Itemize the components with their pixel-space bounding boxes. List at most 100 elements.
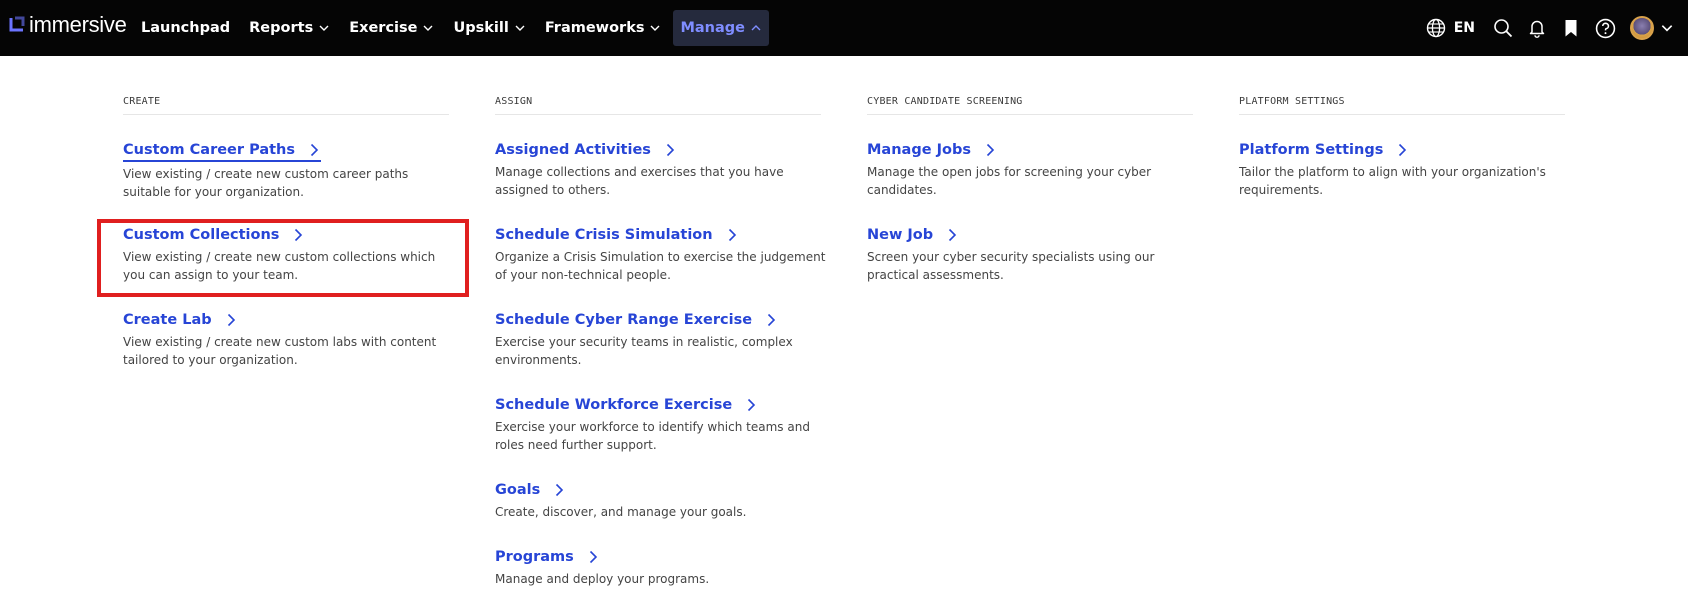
column-heading: ASSIGN — [495, 96, 821, 115]
help-button[interactable] — [1595, 18, 1616, 39]
chevron-down-icon — [319, 25, 329, 31]
help-icon — [1595, 18, 1616, 38]
column-heading: CYBER CANDIDATE SCREENING — [867, 96, 1193, 115]
chevron-right-icon — [949, 228, 957, 242]
avatar — [1630, 16, 1654, 40]
bell-icon — [1529, 20, 1545, 38]
entry-description: Manage the open jobs for screening your … — [867, 165, 1152, 197]
entry-description: View existing / create new custom collec… — [123, 250, 436, 282]
menu-column-assign: ASSIGN Assigned Activities Manage collec… — [495, 96, 825, 586]
column-heading: CREATE — [123, 96, 449, 115]
entry-title: Create Lab — [123, 312, 212, 328]
custom-collections-link[interactable]: Custom Collections — [123, 225, 305, 245]
nav-label: Upskill — [453, 20, 509, 36]
entry-title: Programs — [495, 549, 574, 565]
entry-description: Create, discover, and manage your goals. — [495, 505, 747, 519]
chevron-right-icon — [768, 313, 776, 327]
entry-title: Platform Settings — [1239, 142, 1384, 158]
entry-description: Manage collections and exercises that yo… — [495, 165, 784, 197]
entry-title: Custom Collections — [123, 227, 280, 243]
notifications-button[interactable] — [1527, 18, 1547, 38]
menu-entry-new-job: New Job Screen your cyber security speci… — [867, 225, 1207, 284]
language-code: EN — [1453, 20, 1475, 36]
column-heading: PLATFORM SETTINGS — [1239, 96, 1565, 115]
nav-label: Launchpad — [141, 20, 231, 36]
header-tools: EN — [1412, 0, 1674, 56]
menu-column-create: CREATE Custom Career Paths View existing… — [123, 96, 449, 367]
chevron-right-icon — [666, 143, 675, 157]
entry-title: New Job — [867, 227, 934, 243]
menu-entry-assigned-activities: Assigned Activities Manage collections a… — [495, 140, 835, 199]
search-icon — [1494, 19, 1513, 38]
menu-column-cyber-candidate-screening: CYBER CANDIDATE SCREENING Manage Jobs Ma… — [867, 96, 1193, 282]
nav-label: Manage — [680, 20, 746, 36]
search-button[interactable] — [1493, 18, 1513, 38]
bookmarks-button[interactable] — [1561, 18, 1581, 38]
chevron-right-icon — [728, 228, 736, 242]
brand-name: immersive — [29, 12, 127, 37]
chevron-up-icon — [751, 25, 761, 31]
schedule-cyber-range-exercise-link[interactable]: Schedule Cyber Range Exercise — [495, 310, 778, 330]
entry-title: Custom Career Paths — [123, 142, 295, 158]
chevron-right-icon — [556, 483, 564, 497]
language-selector[interactable]: EN — [1426, 18, 1475, 38]
menu-entry-goals: Goals Create, discover, and manage your … — [495, 480, 835, 521]
nav-launchpad[interactable]: Launchpad — [130, 10, 237, 46]
nav-reports[interactable]: Reports — [242, 10, 337, 46]
assigned-activities-link[interactable]: Assigned Activities — [495, 140, 677, 160]
entry-title: Schedule Workforce Exercise — [495, 397, 733, 413]
menu-entry-schedule-cyber-range-exercise: Schedule Cyber Range Exercise Exercise y… — [495, 310, 835, 369]
entry-title: Schedule Crisis Simulation — [495, 227, 713, 243]
top-navigation-bar: immersive Launchpad Reports Exercise Ups… — [0, 0, 1688, 56]
nav-label: Exercise — [349, 20, 418, 36]
bookmark-icon — [1565, 20, 1577, 37]
schedule-workforce-exercise-link[interactable]: Schedule Workforce Exercise — [495, 395, 758, 415]
schedule-crisis-simulation-link[interactable]: Schedule Crisis Simulation — [495, 225, 739, 245]
nav-label: Reports — [249, 20, 314, 36]
logo-mark-icon — [9, 16, 25, 32]
entry-title: Schedule Cyber Range Exercise — [495, 312, 753, 328]
chevron-right-icon — [295, 228, 303, 242]
create-lab-link[interactable]: Create Lab — [123, 310, 238, 330]
main-nav: Launchpad Reports Exercise Upskill Frame… — [141, 0, 774, 56]
menu-entry-manage-jobs: Manage Jobs Manage the open jobs for scr… — [867, 140, 1207, 199]
entry-description: View existing / create new custom career… — [123, 167, 409, 199]
entry-title: Goals — [495, 482, 541, 498]
menu-entry-custom-collections: Custom Collections View existing / creat… — [123, 225, 463, 284]
menu-entry-create-lab: Create Lab View existing / create new cu… — [123, 310, 463, 369]
entry-description: Tailor the platform to align with your o… — [1239, 165, 1546, 197]
entry-description: Organize a Crisis Simulation to exercise… — [495, 250, 826, 282]
entry-title: Assigned Activities — [495, 142, 651, 158]
entry-description: Manage and deploy your programs. — [495, 572, 710, 586]
entry-description: View existing / create new custom labs w… — [123, 335, 437, 367]
entry-description: Exercise your security teams in realisti… — [495, 335, 793, 367]
chevron-right-icon — [589, 550, 597, 564]
menu-entry-programs: Programs Manage and deploy your programs… — [495, 547, 835, 588]
nav-exercise[interactable]: Exercise — [342, 10, 441, 46]
user-menu[interactable] — [1630, 16, 1674, 40]
nav-upskill[interactable]: Upskill — [446, 10, 532, 46]
chevron-right-icon — [1399, 143, 1407, 157]
nav-frameworks[interactable]: Frameworks — [538, 10, 669, 46]
chevron-right-icon — [748, 398, 756, 412]
new-job-link[interactable]: New Job — [867, 225, 959, 245]
menu-column-platform-settings: PLATFORM SETTINGS Platform Settings Tail… — [1239, 96, 1565, 197]
manage-jobs-link[interactable]: Manage Jobs — [867, 140, 997, 160]
chevron-down-icon — [650, 25, 660, 31]
chevron-right-icon — [986, 143, 995, 157]
nav-label: Frameworks — [544, 20, 645, 36]
programs-link[interactable]: Programs — [495, 547, 600, 567]
menu-entry-custom-career-paths: Custom Career Paths View existing / crea… — [123, 140, 463, 201]
globe-icon — [1426, 18, 1445, 38]
nav-manage[interactable]: Manage — [673, 10, 770, 46]
menu-entry-schedule-crisis-simulation: Schedule Crisis Simulation Organize a Cr… — [495, 225, 835, 284]
entry-title: Manage Jobs — [867, 142, 971, 158]
chevron-down-icon — [1661, 25, 1673, 32]
chevron-down-icon — [515, 25, 525, 31]
chevron-down-icon — [423, 25, 433, 31]
brand-logo[interactable]: immersive — [7, 13, 127, 37]
custom-career-paths-link[interactable]: Custom Career Paths — [123, 140, 321, 162]
platform-settings-link[interactable]: Platform Settings — [1239, 140, 1409, 160]
chevron-right-icon — [310, 143, 319, 157]
goals-link[interactable]: Goals — [495, 480, 566, 500]
